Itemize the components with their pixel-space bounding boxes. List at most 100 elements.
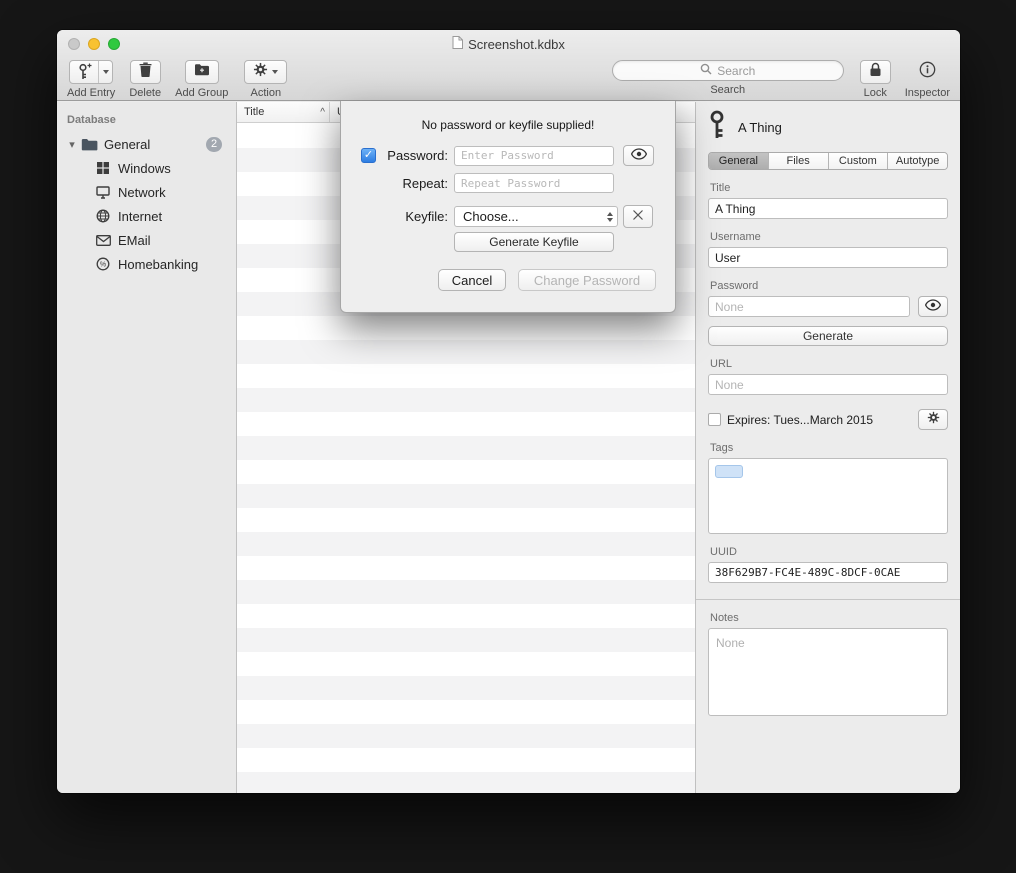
inspector-button[interactable]	[919, 60, 936, 84]
delete-toolbar-item: Delete	[129, 60, 161, 99]
uuid-field[interactable]	[708, 562, 948, 583]
username-field[interactable]	[708, 247, 948, 268]
expires-settings-button[interactable]	[918, 409, 948, 430]
change-password-button[interactable]: Change Password	[518, 269, 656, 291]
tab-custom[interactable]: Custom	[829, 153, 889, 169]
sidebar-header: Database	[57, 114, 236, 126]
sidebar-item-general[interactable]: ▾ General 2	[57, 132, 236, 156]
expires-checkbox[interactable]	[708, 413, 721, 426]
keyfile-dropdown[interactable]: Choose...	[454, 206, 618, 227]
uuid-label: UUID	[710, 546, 948, 558]
entry-count-badge: 2	[206, 137, 222, 152]
title-field-label: Title	[710, 182, 948, 194]
grid-icon	[93, 161, 113, 175]
username-field-label: Username	[710, 231, 948, 243]
window-title: Screenshot.kdbx	[468, 37, 565, 52]
sidebar-item-label: General	[104, 137, 150, 152]
delete-button[interactable]	[130, 60, 161, 84]
expires-label: Expires: Tues...March 2015	[727, 413, 873, 427]
url-field-label: URL	[710, 358, 948, 370]
reveal-password-button[interactable]	[623, 145, 654, 166]
eye-icon	[631, 147, 647, 165]
search-toolbar-item: Search Search	[612, 60, 844, 96]
sidebar-item-homebanking[interactable]: % Homebanking	[57, 252, 236, 276]
generate-password-button[interactable]: Generate	[708, 326, 948, 346]
url-field[interactable]	[708, 374, 948, 395]
tags-label: Tags	[710, 442, 948, 454]
change-password-dialog: No password or keyfile supplied! ✓ Passw…	[340, 101, 676, 313]
window-chrome: Screenshot.kdbx Add Entry	[57, 30, 960, 101]
dialog-message: No password or keyfile supplied!	[341, 118, 675, 132]
trash-icon	[139, 62, 152, 82]
envelope-icon	[93, 235, 113, 246]
keyfile-label: Keyfile:	[378, 209, 448, 224]
search-input[interactable]: Search	[612, 60, 844, 81]
monitor-icon	[93, 186, 113, 199]
close-x-icon	[632, 208, 644, 226]
action-button[interactable]	[244, 60, 287, 84]
folder-plus-icon	[194, 63, 210, 81]
titlebar: Screenshot.kdbx	[57, 36, 960, 52]
inspector-tabs: General Files Custom Autotype	[708, 152, 948, 170]
notes-label: Notes	[710, 612, 948, 624]
sidebar-item-internet[interactable]: Internet	[57, 204, 236, 228]
entry-title: A Thing	[738, 120, 782, 135]
svg-text:%: %	[100, 261, 106, 268]
sidebar: Database ▾ General 2 Windows Network	[57, 102, 237, 793]
expires-row: Expires: Tues...March 2015	[708, 409, 948, 430]
disclosure-triangle-icon[interactable]: ▾	[65, 138, 79, 151]
document-icon	[452, 36, 463, 52]
sidebar-item-windows[interactable]: Windows	[57, 156, 236, 180]
password-field[interactable]	[708, 296, 910, 317]
sidebar-item-label: EMail	[118, 233, 151, 248]
sidebar-item-label: Windows	[118, 161, 171, 176]
add-entry-label: Add Entry	[67, 87, 115, 99]
sidebar-item-network[interactable]: Network	[57, 180, 236, 204]
title-field[interactable]	[708, 198, 948, 219]
sidebar-item-label: Homebanking	[118, 257, 198, 272]
notes-placeholder: None	[716, 636, 745, 650]
add-group-button[interactable]	[185, 60, 219, 84]
reveal-password-button[interactable]	[918, 296, 948, 317]
delete-label: Delete	[129, 87, 161, 99]
notes-field[interactable]: None	[708, 628, 948, 716]
keyfile-dropdown-value: Choose...	[463, 209, 519, 224]
lock-label: Lock	[864, 87, 887, 99]
sidebar-item-label: Internet	[118, 209, 162, 224]
folder-icon	[79, 138, 99, 151]
info-icon	[919, 61, 936, 83]
password-input[interactable]	[454, 146, 614, 166]
add-entry-button[interactable]	[69, 60, 113, 84]
clear-keyfile-button[interactable]	[623, 205, 653, 228]
divider	[696, 599, 960, 600]
key-icon	[708, 110, 726, 145]
tab-files[interactable]: Files	[769, 153, 829, 169]
gear-icon	[927, 411, 940, 429]
repeat-password-input[interactable]	[454, 173, 614, 193]
search-placeholder: Search	[717, 64, 755, 78]
add-entry-dropdown[interactable]	[99, 61, 112, 83]
tab-general[interactable]: General	[709, 153, 769, 169]
lock-button[interactable]	[860, 60, 891, 84]
search-label: Search	[710, 84, 745, 96]
search-icon	[700, 62, 712, 80]
sidebar-item-email[interactable]: EMail	[57, 228, 236, 252]
gear-icon	[253, 62, 268, 82]
inspector-label: Inspector	[905, 87, 950, 99]
sort-ascending-icon: ^	[320, 107, 325, 118]
generate-keyfile-button[interactable]: Generate Keyfile	[454, 232, 614, 252]
tags-field[interactable]	[708, 458, 948, 534]
action-toolbar-item: Action	[244, 60, 287, 99]
globe-icon	[93, 209, 113, 223]
password-field-label: Password	[710, 280, 948, 292]
password-checkbox[interactable]: ✓	[361, 148, 376, 163]
key-plus-icon	[70, 61, 99, 83]
column-header-title[interactable]: Title ^	[237, 102, 330, 122]
add-group-label: Add Group	[175, 87, 228, 99]
cancel-button[interactable]: Cancel	[438, 269, 506, 291]
tag-token[interactable]	[715, 465, 743, 478]
tab-autotype[interactable]: Autotype	[888, 153, 947, 169]
sidebar-item-label: Network	[118, 185, 166, 200]
coin-icon: %	[93, 257, 113, 271]
stepper-arrows-icon	[607, 212, 613, 222]
